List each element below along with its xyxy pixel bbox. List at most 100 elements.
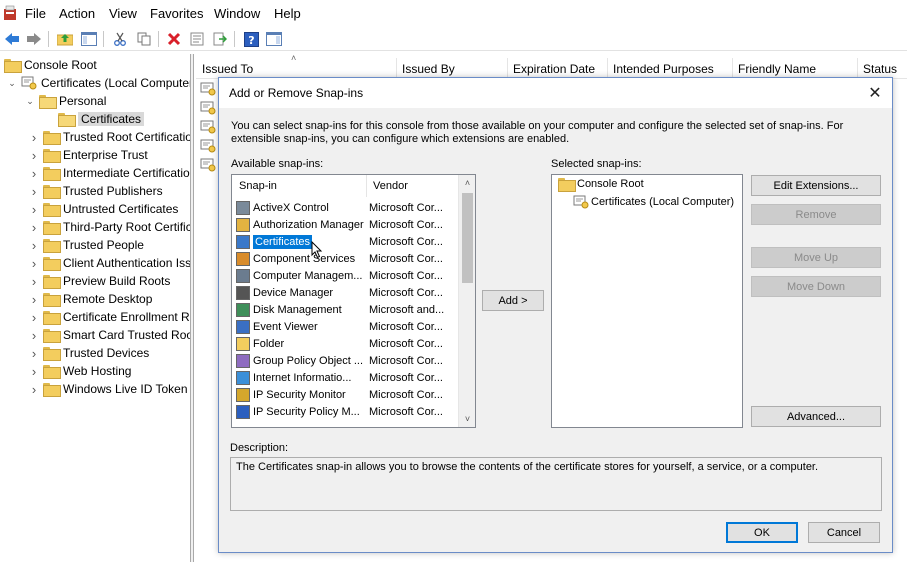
dialog-intro-text: You can select snap-ins for this console… [231, 120, 844, 145]
tree-node-store[interactable]: › Trusted Publishers [28, 182, 163, 200]
snapin-row[interactable]: ActiveX Control Microsoft Cor... [236, 199, 462, 216]
chevron-right-icon[interactable]: › [28, 292, 40, 307]
tree-node-store[interactable]: › Client Authentication Issuers [28, 254, 190, 272]
scroll-thumb[interactable] [462, 193, 473, 283]
move-down-button[interactable]: Move Down [751, 276, 881, 297]
column-friendly-name[interactable]: Friendly Name [738, 62, 816, 76]
tree-node-store[interactable]: › Preview Build Roots [28, 272, 170, 290]
chevron-right-icon[interactable]: › [28, 328, 40, 343]
menu-favorites[interactable]: Favorites [150, 6, 203, 21]
remove-button[interactable]: Remove [751, 204, 881, 225]
column-vendor[interactable]: Vendor [373, 180, 408, 192]
chevron-right-icon[interactable]: › [28, 346, 40, 361]
chevron-right-icon[interactable]: › [28, 202, 40, 217]
delete-icon[interactable] [164, 29, 184, 49]
tree-node-certificates-local-computer[interactable]: ⌄ Certificates (Local Computer) [6, 74, 190, 92]
snapin-row[interactable]: IP Security Policy M... Microsoft Cor... [236, 403, 462, 420]
copy-icon[interactable] [134, 29, 154, 49]
edit-extensions-button[interactable]: Edit Extensions... [751, 175, 881, 196]
advanced-button[interactable]: Advanced... [751, 406, 881, 427]
tree-node-label: Remote Desktop [63, 292, 153, 306]
chevron-right-icon[interactable]: › [28, 148, 40, 163]
chevron-right-icon[interactable]: › [28, 130, 40, 145]
chevron-right-icon[interactable]: › [28, 382, 40, 397]
available-list-scrollbar[interactable]: ˄ ˅ [458, 175, 475, 427]
tree-node-store[interactable]: › Intermediate Certification Authorities [28, 164, 190, 182]
forward-icon[interactable] [24, 29, 44, 49]
selected-snapins-list[interactable]: Console Root Certificates (Local Compute… [551, 174, 743, 428]
back-icon[interactable] [2, 29, 22, 49]
snapin-row[interactable]: IP Security Monitor Microsoft Cor... [236, 386, 462, 403]
snapin-row[interactable]: Event Viewer Microsoft Cor... [236, 318, 462, 335]
column-issued-by[interactable]: Issued By [402, 62, 455, 76]
menu-action[interactable]: Action [59, 6, 95, 21]
cancel-button[interactable]: Cancel [808, 522, 880, 543]
snapin-row[interactable]: Computer Managem... Microsoft Cor... [236, 267, 462, 284]
ok-button[interactable]: OK [726, 522, 798, 543]
menu-help[interactable]: Help [274, 6, 301, 21]
menu-view[interactable]: View [109, 6, 137, 21]
chevron-right-icon[interactable]: › [28, 184, 40, 199]
tree-node-console-root[interactable]: Console Root [4, 56, 97, 74]
tree-node-store[interactable]: › Windows Live ID Token Issuer [28, 380, 190, 398]
selected-node-certificates[interactable]: Certificates (Local Computer) [573, 195, 734, 209]
add-button[interactable]: Add > [482, 290, 544, 311]
tree-node-certificates[interactable]: Certificates [58, 110, 145, 128]
chevron-right-icon[interactable]: › [28, 274, 40, 289]
tree-node-store[interactable]: › Untrusted Certificates [28, 200, 178, 218]
chevron-right-icon[interactable]: › [28, 220, 40, 235]
tree-node-store[interactable]: › Enterprise Trust [28, 146, 148, 164]
cut-icon[interactable] [110, 29, 130, 49]
menu-file[interactable]: File [25, 6, 46, 21]
scroll-down-icon[interactable]: ˅ [459, 411, 475, 427]
column-status[interactable]: Status [863, 62, 897, 76]
snapin-row[interactable]: Disk Management Microsoft and... [236, 301, 462, 318]
chevron-down-icon[interactable]: ⌄ [6, 77, 18, 89]
show-hide-console-tree-icon[interactable] [79, 29, 99, 49]
scroll-up-icon[interactable]: ˄ [459, 175, 475, 191]
up-folder-icon[interactable] [55, 29, 75, 49]
tree-node-label: Third-Party Root Certification Authoriti… [63, 220, 190, 234]
mmc-app-icon[interactable] [3, 5, 17, 21]
move-up-button[interactable]: Move Up [751, 247, 881, 268]
chevron-right-icon[interactable]: › [28, 364, 40, 379]
tree-node-personal[interactable]: ⌄ Personal [24, 92, 106, 110]
close-icon[interactable]: ✕ [864, 82, 886, 104]
column-snapin[interactable]: Snap-in [239, 180, 277, 192]
tree-node-store[interactable]: › Trusted Root Certification Authorities [28, 128, 190, 146]
selected-node-console-root[interactable]: Console Root [558, 178, 644, 192]
tree-node-store[interactable]: › Trusted People [28, 236, 144, 254]
snapin-row[interactable]: Group Policy Object ... Microsoft Cor... [236, 352, 462, 369]
chevron-right-icon[interactable]: › [28, 238, 40, 253]
pane-splitter[interactable] [190, 54, 194, 562]
menu-window[interactable]: Window [214, 6, 260, 21]
snapin-name: IP Security Monitor [253, 388, 346, 401]
chevron-down-icon[interactable]: ⌄ [24, 95, 36, 107]
tree-node-store[interactable]: › Remote Desktop [28, 290, 152, 308]
column-expiration-date[interactable]: Expiration Date [513, 62, 595, 76]
export-list-icon[interactable] [210, 29, 230, 49]
tree-node-store[interactable]: › Trusted Devices [28, 344, 149, 362]
properties-icon[interactable] [187, 29, 207, 49]
chevron-right-icon[interactable]: › [28, 256, 40, 271]
snapin-row[interactable]: Authorization Manager Microsoft Cor... [236, 216, 462, 233]
dialog-title-bar[interactable]: Add or Remove Snap-ins ✕ [219, 78, 892, 108]
tree-node-store[interactable]: › Third-Party Root Certification Authorit… [28, 218, 190, 236]
tree-node-store[interactable]: › Smart Card Trusted Roots [28, 326, 190, 344]
snapin-icon [236, 336, 250, 351]
column-issued-to[interactable]: Issued To [202, 62, 253, 76]
help-icon[interactable]: ? [241, 29, 261, 49]
column-intended-purposes[interactable]: Intended Purposes [613, 62, 714, 76]
tree-node-store[interactable]: › Certificate Enrollment Requests [28, 308, 190, 326]
snapin-row[interactable]: Certificates Microsoft Cor... [236, 233, 462, 250]
show-hide-action-pane-icon[interactable] [264, 29, 284, 49]
tree-node-label: Certificates (Local Computer) [41, 76, 190, 90]
snapin-row[interactable]: Internet Informatio... Microsoft Cor... [236, 369, 462, 386]
chevron-right-icon[interactable]: › [28, 166, 40, 181]
snapin-row[interactable]: Folder Microsoft Cor... [236, 335, 462, 352]
snapin-row[interactable]: Component Services Microsoft Cor... [236, 250, 462, 267]
available-snapins-list[interactable]: Snap-in Vendor ActiveX Control Microsoft … [231, 174, 476, 428]
snapin-row[interactable]: Device Manager Microsoft Cor... [236, 284, 462, 301]
chevron-right-icon[interactable]: › [28, 310, 40, 325]
tree-node-store[interactable]: › Web Hosting [28, 362, 131, 380]
